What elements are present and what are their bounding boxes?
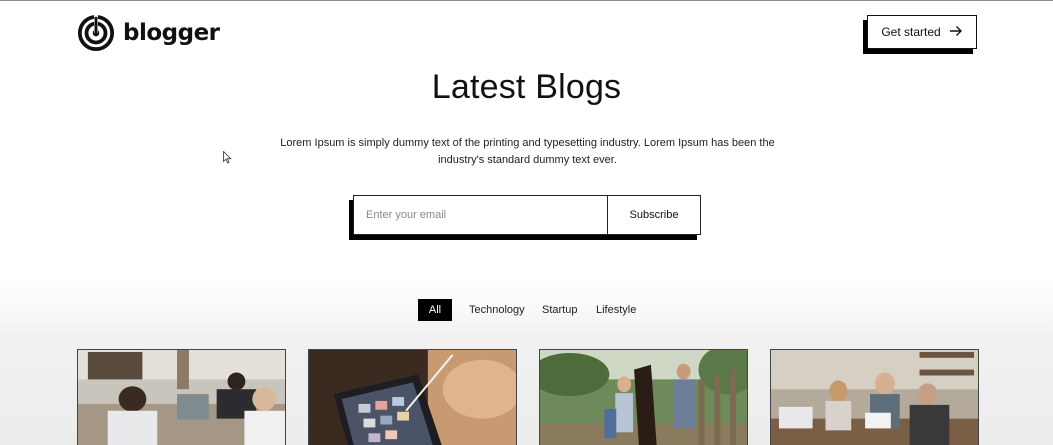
tablet-design-photo: [309, 350, 516, 445]
blog-card-1[interactable]: [77, 349, 286, 445]
page-description: Lorem Ipsum is simply dummy text of the …: [280, 137, 775, 166]
filter-label: Lifestyle: [596, 304, 637, 316]
family-with-horse-photo: [540, 350, 747, 445]
logo[interactable]: blogger: [77, 14, 220, 52]
filter-label: Technology: [469, 304, 525, 316]
subscribe-form: Subscribe: [349, 195, 701, 240]
blog-card-3[interactable]: [539, 349, 748, 445]
page-title: Latest Blogs: [431, 68, 622, 106]
logo-text: blogger: [123, 20, 220, 46]
team-laptop-photo: [771, 350, 978, 445]
blogger-logo-icon: [77, 14, 115, 52]
blog-card-4[interactable]: [770, 349, 979, 445]
filter-all[interactable]: All: [418, 299, 452, 321]
get-started-button[interactable]: Get started: [867, 15, 977, 49]
arrow-right-icon: [949, 25, 963, 40]
window-top-border: [0, 0, 1053, 1]
subscribe-button[interactable]: Subscribe: [608, 196, 700, 234]
email-input[interactable]: [354, 196, 608, 234]
subscribe-label: Subscribe: [629, 209, 679, 221]
filter-technology[interactable]: Technology: [469, 299, 525, 321]
filter-lifestyle[interactable]: Lifestyle: [596, 299, 636, 321]
filter-label: Startup: [542, 304, 578, 316]
filter-startup[interactable]: Startup: [542, 299, 577, 321]
subscribe-box: Subscribe: [353, 195, 701, 235]
category-filters: All Technology Startup Lifestyle: [0, 299, 1053, 321]
get-started-label: Get started: [881, 25, 941, 39]
blog-card-2[interactable]: [308, 349, 517, 445]
get-started-button-wrapper: Get started: [863, 15, 977, 54]
filter-label: All: [428, 304, 442, 316]
office-meeting-photo: [78, 350, 285, 445]
mouse-cursor-icon: [223, 150, 232, 164]
